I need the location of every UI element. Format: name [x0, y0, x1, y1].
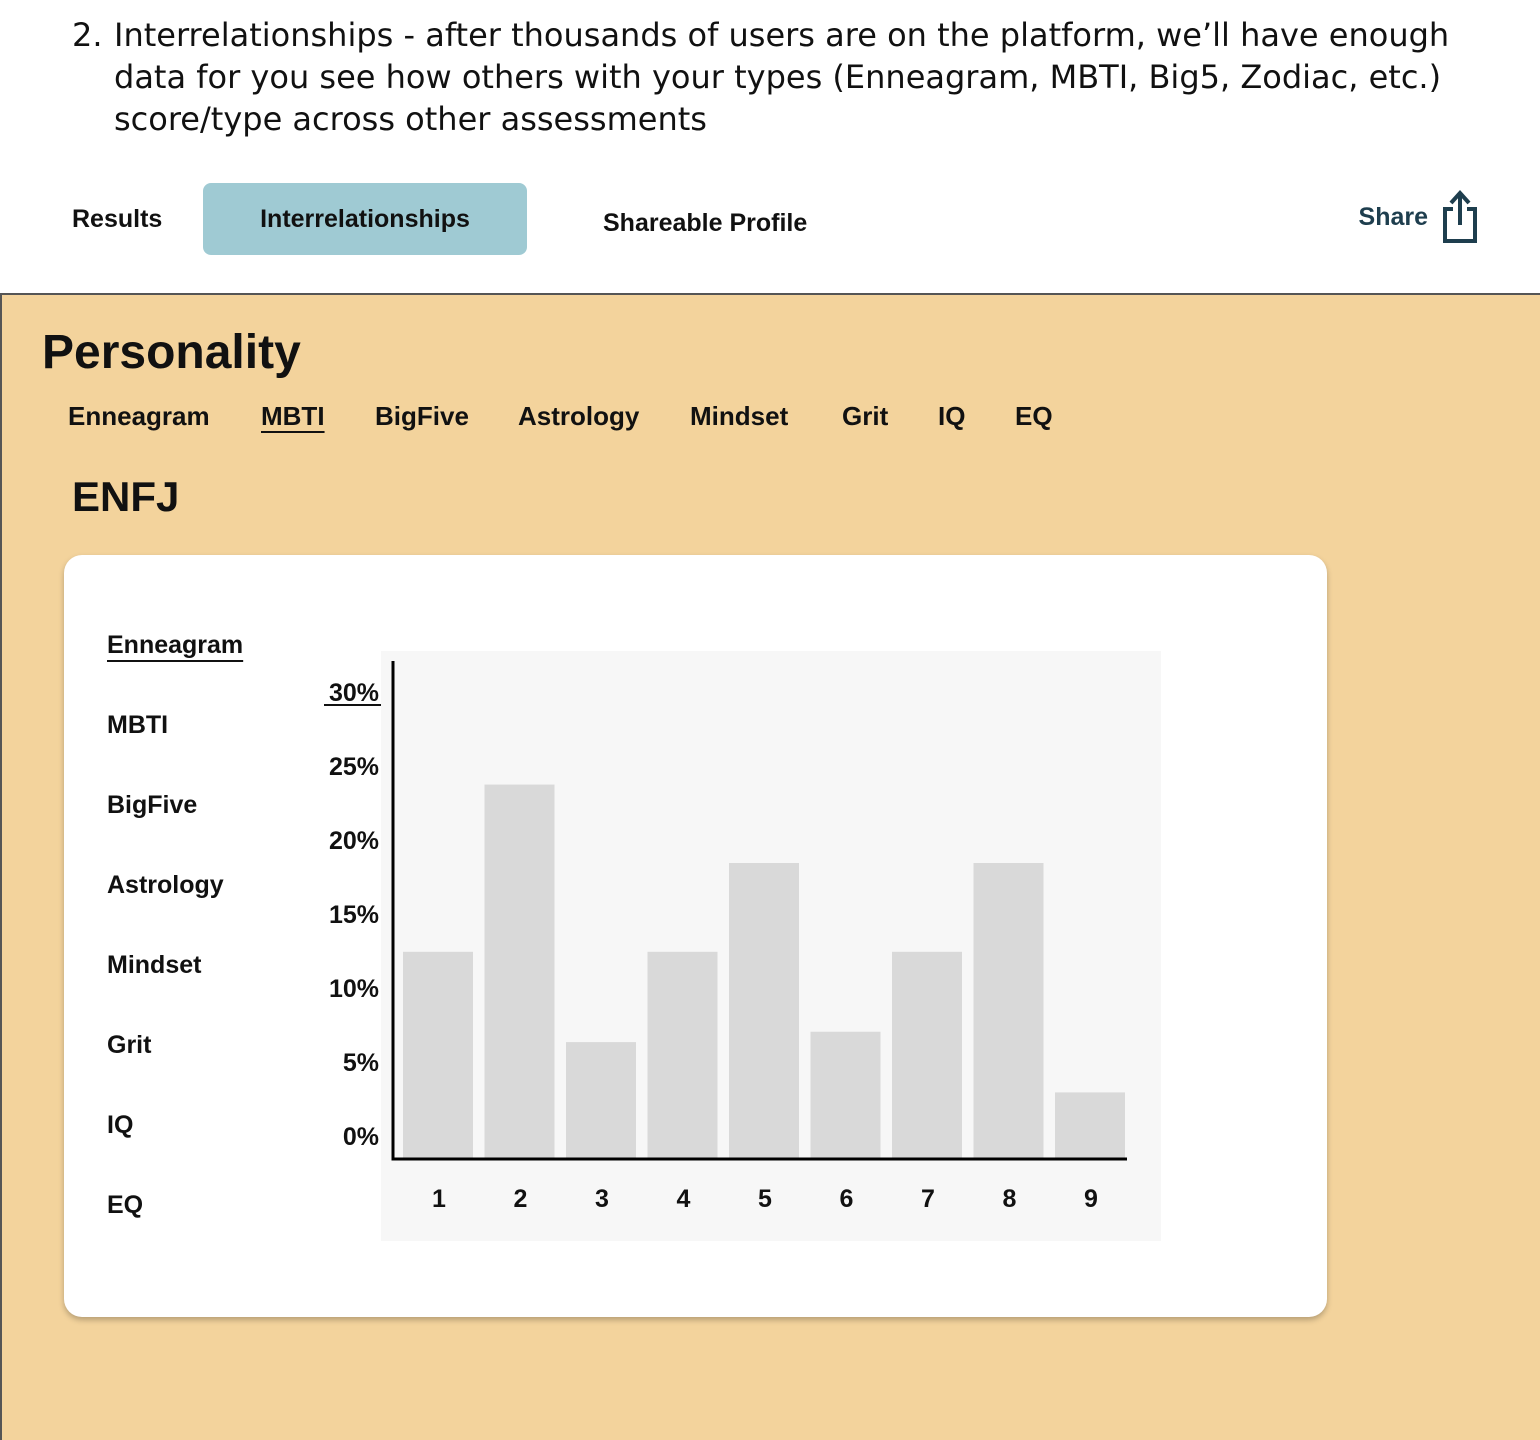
y-tick-label: 0%	[343, 1123, 379, 1151]
subnav-iq[interactable]: IQ	[938, 401, 965, 432]
y-tick-label: 5%	[343, 1049, 379, 1077]
tab-results[interactable]: Results	[72, 205, 162, 234]
x-tick-label: 5	[758, 1185, 772, 1213]
bar-3	[566, 1042, 636, 1159]
subnav-enneagram[interactable]: Enneagram	[68, 401, 210, 432]
x-tick-label: 9	[1084, 1185, 1098, 1213]
intro-number: 2.	[72, 16, 103, 54]
personality-panel: Personality Enneagram MBTI BigFive Astro…	[0, 293, 1540, 1440]
subnav-mindset[interactable]: Mindset	[690, 401, 788, 432]
x-tick-label: 7	[921, 1185, 935, 1213]
bar-4	[647, 951, 718, 1159]
intro-paragraph: 2. Interrelationships - after thousands …	[72, 14, 1472, 140]
type-title: ENFJ	[72, 473, 180, 520]
share-icon	[1443, 190, 1477, 243]
share-label: Share	[1358, 202, 1428, 231]
section-heading: Personality	[42, 326, 301, 379]
tab-interrelationships[interactable]: Interrelationships	[203, 183, 527, 255]
bar-2	[484, 784, 555, 1159]
subnav-mbti[interactable]: MBTI	[261, 401, 325, 432]
x-tick-label: 1	[432, 1185, 446, 1213]
bar-9	[1055, 1092, 1125, 1159]
tab-shareable-profile[interactable]: Shareable Profile	[603, 209, 807, 238]
subnav-grit[interactable]: Grit	[842, 401, 888, 432]
y-tick-label: 30%	[329, 679, 379, 707]
top-tab-bar: Results Interrelationships Shareable Pro…	[0, 183, 1540, 255]
bar-5	[729, 863, 799, 1159]
y-tick-label: 25%	[329, 753, 379, 781]
y-tick-label: 20%	[329, 827, 379, 855]
subnav-astrology[interactable]: Astrology	[518, 401, 639, 432]
x-tick-label: 2	[514, 1185, 528, 1213]
share-button[interactable]: Share	[1359, 189, 1480, 245]
y-tick-label: 10%	[329, 975, 379, 1003]
intro-text: Interrelationships - after thousands of …	[114, 16, 1450, 138]
bar-7	[892, 951, 962, 1159]
tab-interrelationships-label: Interrelationships	[260, 204, 470, 233]
bar-1	[403, 951, 473, 1159]
subnav-eq[interactable]: EQ	[1015, 401, 1053, 432]
bar-6	[810, 1031, 881, 1159]
distribution-bar-chart: 0% 5% 10% 15% 20% 25% 30% 1 2 3 4 5 6 7 8 9	[324, 661, 1127, 1213]
bar-8	[973, 863, 1044, 1159]
x-tick-label: 4	[677, 1185, 691, 1213]
x-tick-label: 6	[840, 1185, 854, 1213]
subnav-bigfive[interactable]: BigFive	[375, 401, 469, 432]
x-tick-label: 3	[595, 1185, 609, 1213]
x-tick-label: 8	[1003, 1185, 1017, 1213]
y-tick-label: 15%	[329, 901, 379, 929]
interrelationship-card: Enneagram MBTI BigFive Astrology Mindset…	[64, 555, 1327, 1317]
